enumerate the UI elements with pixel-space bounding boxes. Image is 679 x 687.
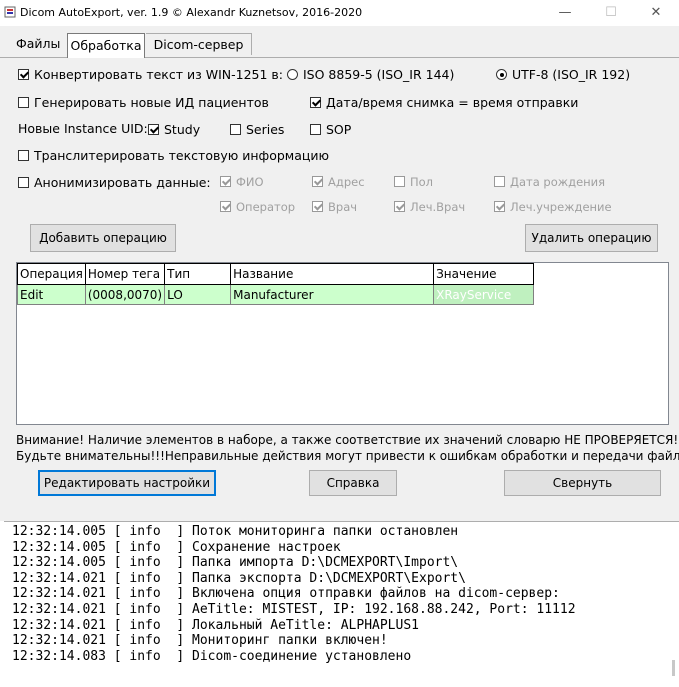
anonymize-option[interactable]: Анонимизировать данные: bbox=[18, 174, 211, 190]
col-type[interactable]: Тип bbox=[164, 263, 232, 285]
uid-sop-checkbox[interactable] bbox=[310, 124, 321, 135]
anon-address-label: Адрес bbox=[328, 174, 365, 189]
anon-sex-checkbox[interactable] bbox=[394, 176, 405, 187]
convert-label: Конвертировать текст из WIN-1251 в: bbox=[34, 67, 283, 82]
log-line: 12:32:14.083 [ info ] Dicom-соединение у… bbox=[12, 648, 412, 664]
translit-option[interactable]: Транслитерировать текстовую информацию bbox=[18, 147, 329, 163]
anon-fio-checkbox[interactable] bbox=[220, 176, 231, 187]
uid-series-label: Series bbox=[246, 122, 285, 137]
log-line: 12:32:14.005 [ info ] Поток мониторинга … bbox=[12, 524, 459, 539]
operations-grid[interactable]: Операция Номер тега Тип Название Значени… bbox=[16, 262, 669, 425]
collapse-button[interactable]: Свернуть bbox=[504, 470, 661, 496]
log-line: 12:32:14.021 [ info ] Папка экспорта D:\… bbox=[12, 570, 466, 586]
col-tag-number[interactable]: Номер тега bbox=[84, 263, 166, 285]
gen-ids-option[interactable]: Генерировать новые ИД пациентов bbox=[18, 94, 269, 110]
log-line: 12:32:14.021 [ info ] AeTitle: MISTEST, … bbox=[12, 601, 576, 617]
anon-att-doctor-checkbox[interactable] bbox=[394, 201, 405, 212]
table-row[interactable]: Edit (0008,0070) LO Manufacturer XRaySer… bbox=[17, 284, 535, 305]
datetime-checkbox[interactable] bbox=[310, 97, 321, 108]
log-line: 12:32:14.021 [ info ] Мониторинг папки в… bbox=[12, 633, 388, 649]
encoding-iso-option[interactable]: ISO 8859-5 (ISO_IR 144) bbox=[287, 66, 454, 82]
tab-dicom-server[interactable]: Dicom-сервер bbox=[146, 33, 252, 55]
encoding-utf8-label: UTF-8 (ISO_IR 192) bbox=[512, 67, 631, 82]
minimize-button[interactable]: — bbox=[542, 0, 588, 26]
anon-sex-label: Пол bbox=[410, 174, 434, 189]
add-operation-button[interactable]: Добавить операцию bbox=[30, 224, 176, 252]
anon-doctor-checkbox[interactable] bbox=[312, 201, 323, 212]
log-line: 12:32:14.005 [ info ] Папка импорта D:\D… bbox=[12, 555, 459, 571]
log-line: 12:32:14.021 [ info ] Локальный AeTitle:… bbox=[12, 617, 419, 633]
cell-operation[interactable]: Edit bbox=[17, 284, 86, 305]
log-line: 12:32:14.021 [ info ] Включена опция отп… bbox=[12, 586, 560, 602]
uid-series-option[interactable]: Series bbox=[230, 121, 284, 137]
encoding-iso-label: ISO 8859-5 (ISO_IR 144) bbox=[303, 67, 455, 82]
new-uid-label: Новые Instance UID: bbox=[18, 121, 148, 136]
cell-value[interactable]: XRayService bbox=[433, 284, 535, 305]
anon-att-doctor-option[interactable]: Леч.Врач bbox=[394, 199, 465, 214]
convert-checkbox[interactable] bbox=[18, 69, 29, 80]
anon-doctor-label: Врач bbox=[328, 199, 358, 214]
title-bar: Dicom AutoExport, ver. 1.9 © Alexandr Ku… bbox=[0, 0, 679, 26]
anon-institution-label: Леч.учреждение bbox=[510, 199, 612, 214]
anon-operator-option[interactable]: Оператор bbox=[220, 199, 295, 214]
anon-fio-label: ФИО bbox=[236, 174, 264, 189]
anon-address-checkbox[interactable] bbox=[312, 176, 323, 187]
tab-processing[interactable]: Обработка bbox=[67, 33, 145, 58]
gen-ids-checkbox[interactable] bbox=[18, 97, 29, 108]
delete-operation-button[interactable]: Удалить операцию bbox=[525, 224, 658, 252]
anon-doctor-option[interactable]: Врач bbox=[312, 199, 357, 214]
window-title: Dicom AutoExport, ver. 1.9 © Alexandr Ku… bbox=[20, 6, 363, 19]
warning-line-1: Внимание! Наличие элементов в наборе, а … bbox=[16, 433, 679, 447]
uid-sop-label: SOP bbox=[326, 122, 352, 137]
anon-operator-label: Оператор bbox=[236, 199, 296, 214]
maximize-button[interactable]: ☐ bbox=[588, 0, 634, 26]
translit-checkbox[interactable] bbox=[18, 150, 29, 161]
anonymize-checkbox[interactable] bbox=[18, 177, 29, 188]
col-operation[interactable]: Операция bbox=[17, 263, 86, 285]
help-button[interactable]: Справка bbox=[309, 470, 397, 496]
encoding-utf8-radio[interactable] bbox=[496, 69, 507, 80]
edit-settings-button[interactable]: Редактировать настройки bbox=[38, 470, 216, 496]
translit-label: Транслитерировать текстовую информацию bbox=[34, 148, 330, 163]
grid-header-row: Операция Номер тега Тип Название Значени… bbox=[17, 263, 535, 285]
convert-option[interactable]: Конвертировать текст из WIN-1251 в: bbox=[18, 66, 283, 82]
anon-birth-checkbox[interactable] bbox=[494, 176, 505, 187]
col-name[interactable]: Название bbox=[230, 263, 435, 285]
anon-institution-checkbox[interactable] bbox=[494, 201, 505, 212]
cell-type[interactable]: LO bbox=[164, 284, 232, 305]
uid-sop-option[interactable]: SOP bbox=[310, 121, 351, 137]
uid-study-checkbox[interactable] bbox=[148, 124, 159, 135]
anon-operator-checkbox[interactable] bbox=[220, 201, 231, 212]
gen-ids-label: Генерировать новые ИД пациентов bbox=[34, 95, 269, 110]
tab-files[interactable]: Файлы bbox=[16, 33, 60, 55]
uid-series-checkbox[interactable] bbox=[230, 124, 241, 135]
encoding-utf8-option[interactable]: UTF-8 (ISO_IR 192) bbox=[496, 66, 630, 82]
cell-tag-number[interactable]: (0008,0070) bbox=[84, 284, 166, 305]
log-scrollbar-thumb[interactable] bbox=[672, 660, 675, 676]
datetime-label: Дата/время снимка = время отправки bbox=[326, 95, 579, 110]
uid-study-label: Study bbox=[164, 122, 201, 137]
anon-att-doctor-label: Леч.Врач bbox=[410, 199, 466, 214]
anon-fio-option[interactable]: ФИО bbox=[220, 174, 264, 189]
app-icon bbox=[4, 6, 16, 18]
log-line: 12:32:14.005 [ info ] Сохранение настрое… bbox=[12, 539, 341, 555]
close-button[interactable]: ✕ bbox=[633, 0, 679, 26]
datetime-option[interactable]: Дата/время снимка = время отправки bbox=[310, 94, 578, 110]
col-value[interactable]: Значение bbox=[433, 263, 535, 285]
anon-birth-option[interactable]: Дата рождения bbox=[494, 174, 605, 189]
cell-name[interactable]: Manufacturer bbox=[230, 284, 435, 305]
encoding-iso-radio[interactable] bbox=[287, 69, 298, 80]
anon-birth-label: Дата рождения bbox=[510, 174, 606, 189]
warning-line-2: Будьте внимательны!!!Неправильные действ… bbox=[16, 449, 679, 463]
anon-sex-option[interactable]: Пол bbox=[394, 174, 433, 189]
log-output[interactable]: 12:32:14.005 [ info ] Поток мониторинга … bbox=[4, 521, 679, 687]
anon-address-option[interactable]: Адрес bbox=[312, 174, 365, 189]
uid-study-option[interactable]: Study bbox=[148, 121, 200, 137]
anon-institution-option[interactable]: Леч.учреждение bbox=[494, 199, 612, 214]
anonymize-label: Анонимизировать данные: bbox=[34, 175, 211, 190]
